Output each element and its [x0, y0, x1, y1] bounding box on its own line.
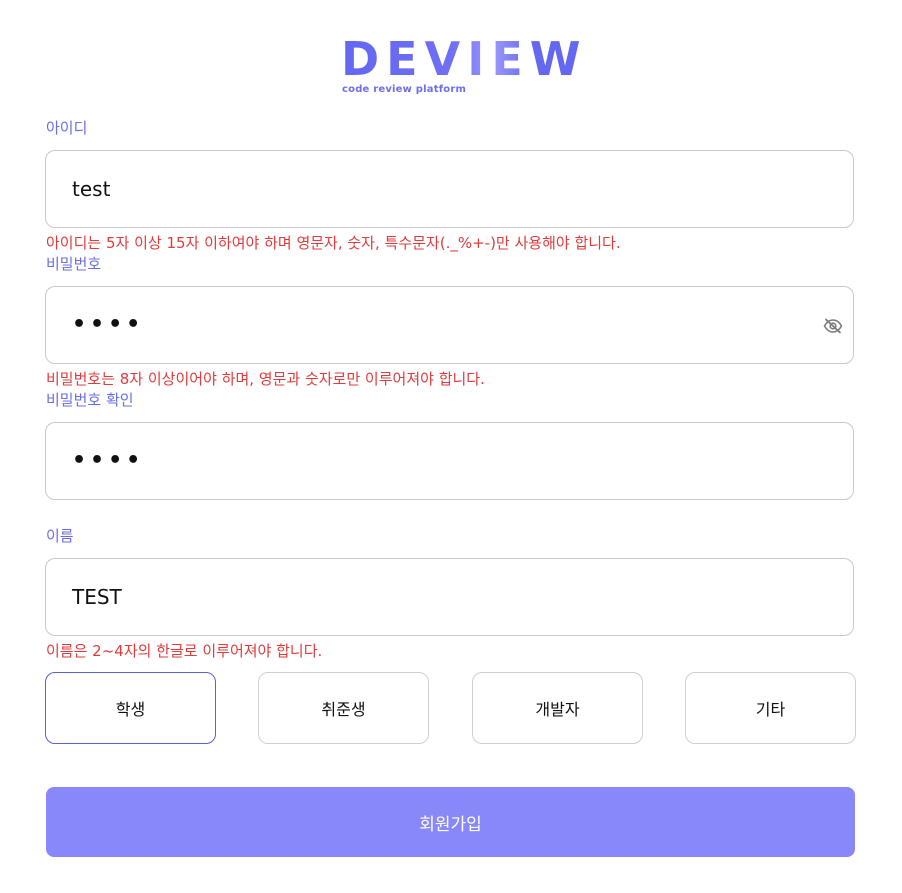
signup-button[interactable]: 회원가입 — [46, 787, 855, 857]
name-label: 이름 — [46, 527, 74, 545]
logo-tagline: code review platform — [342, 84, 467, 95]
name-input-value[interactable]: TEST — [72, 559, 122, 635]
password-error-message: 비밀번호는 8자 이상이어야 하며, 영문과 숫자로만 이루어져야 합니다. — [46, 370, 485, 388]
password-input-value[interactable]: •••• — [72, 287, 144, 363]
id-field[interactable]: test — [45, 150, 854, 228]
password-confirm-label: 비밀번호 확인 — [46, 391, 134, 409]
id-input-value[interactable]: test — [72, 151, 110, 227]
password-confirm-input-value[interactable]: •••• — [72, 423, 144, 499]
role-option-job-seeker[interactable]: 취준생 — [258, 672, 429, 744]
deview-logo: DEVIEW code review platform — [341, 32, 580, 100]
password-field[interactable]: •••• — [45, 286, 854, 364]
role-option-student[interactable]: 학생 — [45, 672, 216, 744]
logo-wordmark: DEVIEW — [341, 32, 588, 86]
name-field[interactable]: TEST — [45, 558, 854, 636]
eye-slash-icon[interactable] — [823, 318, 843, 334]
id-label: 아이디 — [46, 119, 88, 137]
password-confirm-field[interactable]: •••• — [45, 422, 854, 500]
password-label: 비밀번호 — [46, 255, 102, 273]
role-option-other[interactable]: 기타 — [685, 672, 856, 744]
id-error-message: 아이디는 5자 이상 15자 이하여야 하며 영문자, 숫자, 특수문자(._%… — [46, 234, 621, 252]
role-option-developer[interactable]: 개발자 — [472, 672, 643, 744]
name-error-message: 이름은 2~4자의 한글로 이루어져야 합니다. — [46, 642, 323, 660]
